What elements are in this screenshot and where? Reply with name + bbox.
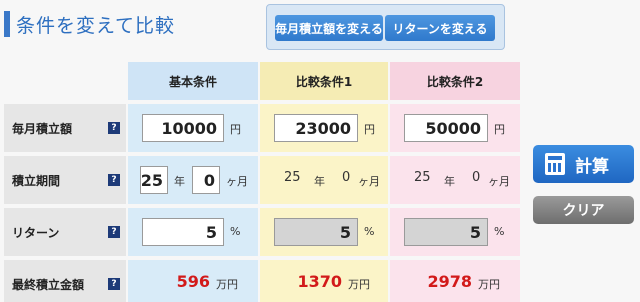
unit-percent: % [494,225,505,238]
unit-month: ヶ月 [488,175,510,188]
unit-yen: 円 [230,123,241,136]
period-months-compare1: 0 [342,170,351,185]
change-monthly-button[interactable]: 毎月積立額を変える [275,15,383,41]
cell-return-base: 5 % [128,208,258,256]
monthly-input-base[interactable]: 10000 [142,114,224,142]
unit-year: 年 [174,175,185,188]
mode-toggle: 毎月積立額を変える リターンを変える [266,4,505,50]
period-months-compare2: 0 [472,170,481,185]
monthly-input-compare2[interactable]: 50000 [404,114,488,142]
calculate-button-label: 計算 [575,156,609,177]
row-label-return-text: リターン [12,225,60,240]
cell-return-compare1: 5 % [260,208,388,256]
row-label-final-text: 最終積立金額 [12,277,85,292]
final-result-compare1: 1370 [297,272,342,291]
cell-monthly-base: 10000 円 [128,104,258,152]
help-icon[interactable]: ? [108,226,120,238]
row-label-monthly-text: 毎月積立額 [12,121,73,136]
help-icon[interactable]: ? [108,122,120,134]
header-compare2: 比較条件2 [390,62,520,100]
header-compare1: 比較条件1 [260,62,388,100]
cell-period-compare2: 25 年 0 ヶ月 [390,156,520,204]
unit-month: ヶ月 [226,175,248,188]
final-result-base: 596 [176,272,210,291]
cell-period-base: 25 年 0 ヶ月 [128,156,258,204]
row-label-return: リターン ? [4,208,126,256]
unit-man-yen: 万円 [216,278,238,291]
page-title-text: 条件を変えて比較 [16,14,176,37]
title-accent-bar [4,11,10,37]
unit-yen: 円 [364,123,375,136]
unit-year: 年 [444,175,455,188]
row-return: リターン ? 5 % 5 % 5 % [4,208,520,256]
period-years-compare1: 25 [284,170,301,185]
unit-percent: % [230,225,241,238]
row-label-final: 最終積立金額 ? [4,260,126,302]
unit-month: ヶ月 [358,175,380,188]
change-return-button[interactable]: リターンを変える [385,15,495,41]
final-result-compare2: 2978 [427,272,472,291]
header-base: 基本条件 [128,62,258,100]
return-input-base[interactable]: 5 [142,218,224,246]
cell-monthly-compare1: 23000 円 [260,104,388,152]
help-icon[interactable]: ? [108,174,120,186]
row-period: 積立期間 ? 25 年 0 ヶ月 25 年 0 ヶ月 25 年 0 ヶ月 [4,156,520,204]
monthly-input-compare1[interactable]: 23000 [274,114,358,142]
unit-year: 年 [314,175,325,188]
unit-man-yen: 万円 [478,278,500,291]
calculator-icon [545,153,565,175]
return-input-compare2: 5 [404,218,488,246]
page-title: 条件を変えて比較 [0,10,175,38]
period-months-input-base[interactable]: 0 [192,166,220,194]
unit-man-yen: 万円 [348,278,370,291]
period-years-input-base[interactable]: 25 [140,166,168,194]
cell-final-compare1: 1370 万円 [260,260,388,302]
period-years-compare2: 25 [414,170,431,185]
row-final: 最終積立金額 ? 596 万円 1370 万円 2978 万円 [4,260,520,302]
row-label-period-text: 積立期間 [12,173,61,188]
cell-monthly-compare2: 50000 円 [390,104,520,152]
clear-button[interactable]: クリア [533,196,634,224]
row-monthly: 毎月積立額 ? 10000 円 23000 円 50000 円 [4,104,520,152]
row-label-period: 積立期間 ? [4,156,126,204]
return-input-compare1: 5 [274,218,358,246]
calculate-button[interactable]: 計算 [533,145,634,183]
unit-percent: % [364,225,375,238]
cell-final-base: 596 万円 [128,260,258,302]
help-icon[interactable]: ? [108,278,120,290]
cell-period-compare1: 25 年 0 ヶ月 [260,156,388,204]
row-label-monthly: 毎月積立額 ? [4,104,126,152]
cell-return-compare2: 5 % [390,208,520,256]
cell-final-compare2: 2978 万円 [390,260,520,302]
unit-yen: 円 [494,123,505,136]
